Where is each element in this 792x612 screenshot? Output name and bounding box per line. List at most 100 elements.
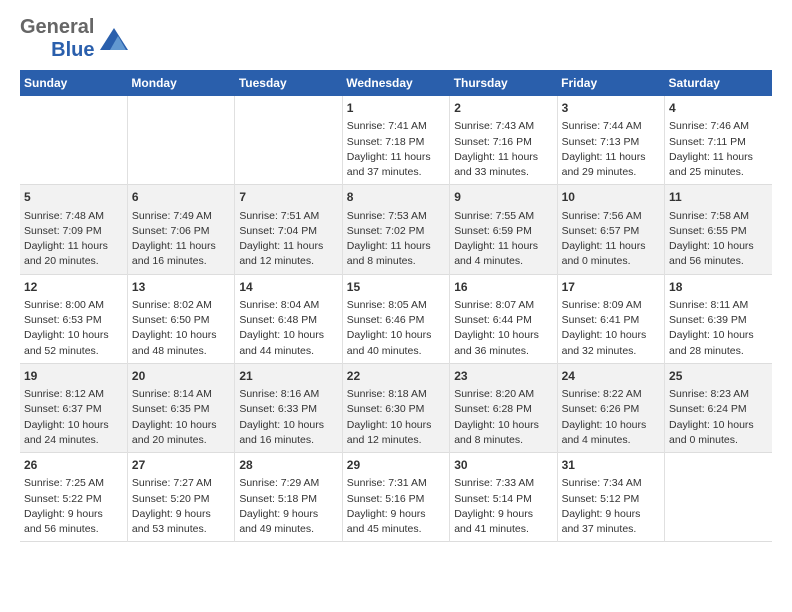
day-number: 20 [132, 368, 230, 385]
day-info: Sunrise: 7:27 AM Sunset: 5:20 PM Dayligh… [132, 476, 230, 537]
calendar-table: SundayMondayTuesdayWednesdayThursdayFrid… [20, 70, 772, 542]
calendar-header-row: SundayMondayTuesdayWednesdayThursdayFrid… [20, 70, 772, 96]
calendar-cell: 27 Sunrise: 7:27 AM Sunset: 5:20 PM Dayli… [127, 453, 234, 542]
day-info: Sunrise: 8:02 AM Sunset: 6:50 PM Dayligh… [132, 298, 230, 359]
calendar-cell [665, 453, 772, 542]
day-header-saturday: Saturday [665, 70, 772, 96]
logo-general-text: General [20, 16, 94, 39]
day-number: 5 [24, 189, 123, 206]
calendar-cell: 16Sunrise: 8:07 AM Sunset: 6:44 PM Dayli… [450, 274, 557, 363]
calendar-cell: 4 Sunrise: 7:46 AM Sunset: 7:11 PM Daylig… [665, 96, 772, 185]
day-info: Sunrise: 8:07 AM Sunset: 6:44 PM Dayligh… [454, 298, 552, 359]
day-info: Sunrise: 7:44 AM Sunset: 7:13 PM Dayligh… [562, 119, 660, 180]
day-number: 24 [562, 368, 660, 385]
day-number: 7 [239, 189, 337, 206]
calendar-cell: 7 Sunrise: 7:51 AM Sunset: 7:04 PM Daylig… [235, 185, 342, 274]
day-number: 17 [562, 279, 660, 296]
calendar-cell: 23 Sunrise: 8:20 AM Sunset: 6:28 PM Dayli… [450, 363, 557, 452]
day-header-thursday: Thursday [450, 70, 557, 96]
calendar-cell: 19 Sunrise: 8:12 AM Sunset: 6:37 PM Dayli… [20, 363, 127, 452]
calendar-page: General Blue SundayMondayTuesdayWednesda… [0, 0, 792, 558]
day-number: 30 [454, 457, 552, 474]
day-number: 29 [347, 457, 445, 474]
calendar-cell: 26 Sunrise: 7:25 AM Sunset: 5:22 PM Dayli… [20, 453, 127, 542]
day-number: 13 [132, 279, 230, 296]
day-number: 11 [669, 189, 768, 206]
calendar-cell: 2 Sunrise: 7:43 AM Sunset: 7:16 PM Daylig… [450, 96, 557, 185]
day-number: 19 [24, 368, 123, 385]
calendar-cell: 10Sunrise: 7:56 AM Sunset: 6:57 PM Dayli… [557, 185, 664, 274]
calendar-week-row: 26 Sunrise: 7:25 AM Sunset: 5:22 PM Dayli… [20, 453, 772, 542]
day-header-wednesday: Wednesday [342, 70, 449, 96]
day-info: Sunrise: 8:09 AM Sunset: 6:41 PM Dayligh… [562, 298, 660, 359]
calendar-week-row: 12 Sunrise: 8:00 AM Sunset: 6:53 PM Dayli… [20, 274, 772, 363]
calendar-cell: 12 Sunrise: 8:00 AM Sunset: 6:53 PM Dayli… [20, 274, 127, 363]
day-info: Sunrise: 8:12 AM Sunset: 6:37 PM Dayligh… [24, 387, 123, 448]
logo: General Blue [20, 16, 128, 62]
calendar-cell: 20Sunrise: 8:14 AM Sunset: 6:35 PM Dayli… [127, 363, 234, 452]
day-number: 28 [239, 457, 337, 474]
day-info: Sunrise: 8:18 AM Sunset: 6:30 PM Dayligh… [347, 387, 445, 448]
day-info: Sunrise: 7:34 AM Sunset: 5:12 PM Dayligh… [562, 476, 660, 537]
day-info: Sunrise: 7:33 AM Sunset: 5:14 PM Dayligh… [454, 476, 552, 537]
calendar-cell: 8Sunrise: 7:53 AM Sunset: 7:02 PM Daylig… [342, 185, 449, 274]
calendar-cell: 21Sunrise: 8:16 AM Sunset: 6:33 PM Dayli… [235, 363, 342, 452]
day-number: 15 [347, 279, 445, 296]
day-number: 4 [669, 100, 768, 117]
day-info: Sunrise: 7:55 AM Sunset: 6:59 PM Dayligh… [454, 209, 552, 270]
day-header-tuesday: Tuesday [235, 70, 342, 96]
calendar-cell: 29 Sunrise: 7:31 AM Sunset: 5:16 PM Dayli… [342, 453, 449, 542]
day-number: 27 [132, 457, 230, 474]
day-number: 21 [239, 368, 337, 385]
day-number: 3 [562, 100, 660, 117]
calendar-cell [127, 96, 234, 185]
day-info: Sunrise: 7:58 AM Sunset: 6:55 PM Dayligh… [669, 209, 768, 270]
day-info: Sunrise: 7:29 AM Sunset: 5:18 PM Dayligh… [239, 476, 337, 537]
day-info: Sunrise: 8:00 AM Sunset: 6:53 PM Dayligh… [24, 298, 123, 359]
logo-icon [100, 28, 128, 55]
day-info: Sunrise: 7:43 AM Sunset: 7:16 PM Dayligh… [454, 119, 552, 180]
day-info: Sunrise: 8:05 AM Sunset: 6:46 PM Dayligh… [347, 298, 445, 359]
day-info: Sunrise: 7:53 AM Sunset: 7:02 PM Dayligh… [347, 209, 445, 270]
calendar-cell: 13 Sunrise: 8:02 AM Sunset: 6:50 PM Dayli… [127, 274, 234, 363]
day-info: Sunrise: 8:22 AM Sunset: 6:26 PM Dayligh… [562, 387, 660, 448]
calendar-week-row: 5 Sunrise: 7:48 AM Sunset: 7:09 PM Daylig… [20, 185, 772, 274]
day-info: Sunrise: 8:20 AM Sunset: 6:28 PM Dayligh… [454, 387, 552, 448]
calendar-cell: 11 Sunrise: 7:58 AM Sunset: 6:55 PM Dayli… [665, 185, 772, 274]
day-number: 1 [347, 100, 445, 117]
calendar-week-row: 1Sunrise: 7:41 AM Sunset: 7:18 PM Daylig… [20, 96, 772, 185]
calendar-week-row: 19 Sunrise: 8:12 AM Sunset: 6:37 PM Dayli… [20, 363, 772, 452]
day-number: 23 [454, 368, 552, 385]
calendar-cell: 18 Sunrise: 8:11 AM Sunset: 6:39 PM Dayli… [665, 274, 772, 363]
logo-blue-text: Blue [51, 39, 94, 62]
calendar-cell: 9 Sunrise: 7:55 AM Sunset: 6:59 PM Daylig… [450, 185, 557, 274]
day-info: Sunrise: 8:04 AM Sunset: 6:48 PM Dayligh… [239, 298, 337, 359]
day-header-friday: Friday [557, 70, 664, 96]
day-header-sunday: Sunday [20, 70, 127, 96]
day-number: 26 [24, 457, 123, 474]
day-number: 25 [669, 368, 768, 385]
day-info: Sunrise: 7:49 AM Sunset: 7:06 PM Dayligh… [132, 209, 230, 270]
day-number: 12 [24, 279, 123, 296]
calendar-cell: 3 Sunrise: 7:44 AM Sunset: 7:13 PM Daylig… [557, 96, 664, 185]
day-number: 31 [562, 457, 660, 474]
calendar-cell: 6 Sunrise: 7:49 AM Sunset: 7:06 PM Daylig… [127, 185, 234, 274]
calendar-cell: 5 Sunrise: 7:48 AM Sunset: 7:09 PM Daylig… [20, 185, 127, 274]
day-header-monday: Monday [127, 70, 234, 96]
day-info: Sunrise: 7:56 AM Sunset: 6:57 PM Dayligh… [562, 209, 660, 270]
day-info: Sunrise: 7:51 AM Sunset: 7:04 PM Dayligh… [239, 209, 337, 270]
day-info: Sunrise: 7:25 AM Sunset: 5:22 PM Dayligh… [24, 476, 123, 537]
day-number: 2 [454, 100, 552, 117]
day-info: Sunrise: 7:46 AM Sunset: 7:11 PM Dayligh… [669, 119, 768, 180]
day-number: 9 [454, 189, 552, 206]
calendar-cell: 24 Sunrise: 8:22 AM Sunset: 6:26 PM Dayli… [557, 363, 664, 452]
day-info: Sunrise: 7:31 AM Sunset: 5:16 PM Dayligh… [347, 476, 445, 537]
day-info: Sunrise: 8:11 AM Sunset: 6:39 PM Dayligh… [669, 298, 768, 359]
calendar-cell: 31 Sunrise: 7:34 AM Sunset: 5:12 PM Dayli… [557, 453, 664, 542]
day-number: 14 [239, 279, 337, 296]
calendar-cell: 14 Sunrise: 8:04 AM Sunset: 6:48 PM Dayli… [235, 274, 342, 363]
day-number: 6 [132, 189, 230, 206]
header: General Blue [20, 16, 772, 62]
day-info: Sunrise: 7:48 AM Sunset: 7:09 PM Dayligh… [24, 209, 123, 270]
day-number: 18 [669, 279, 768, 296]
